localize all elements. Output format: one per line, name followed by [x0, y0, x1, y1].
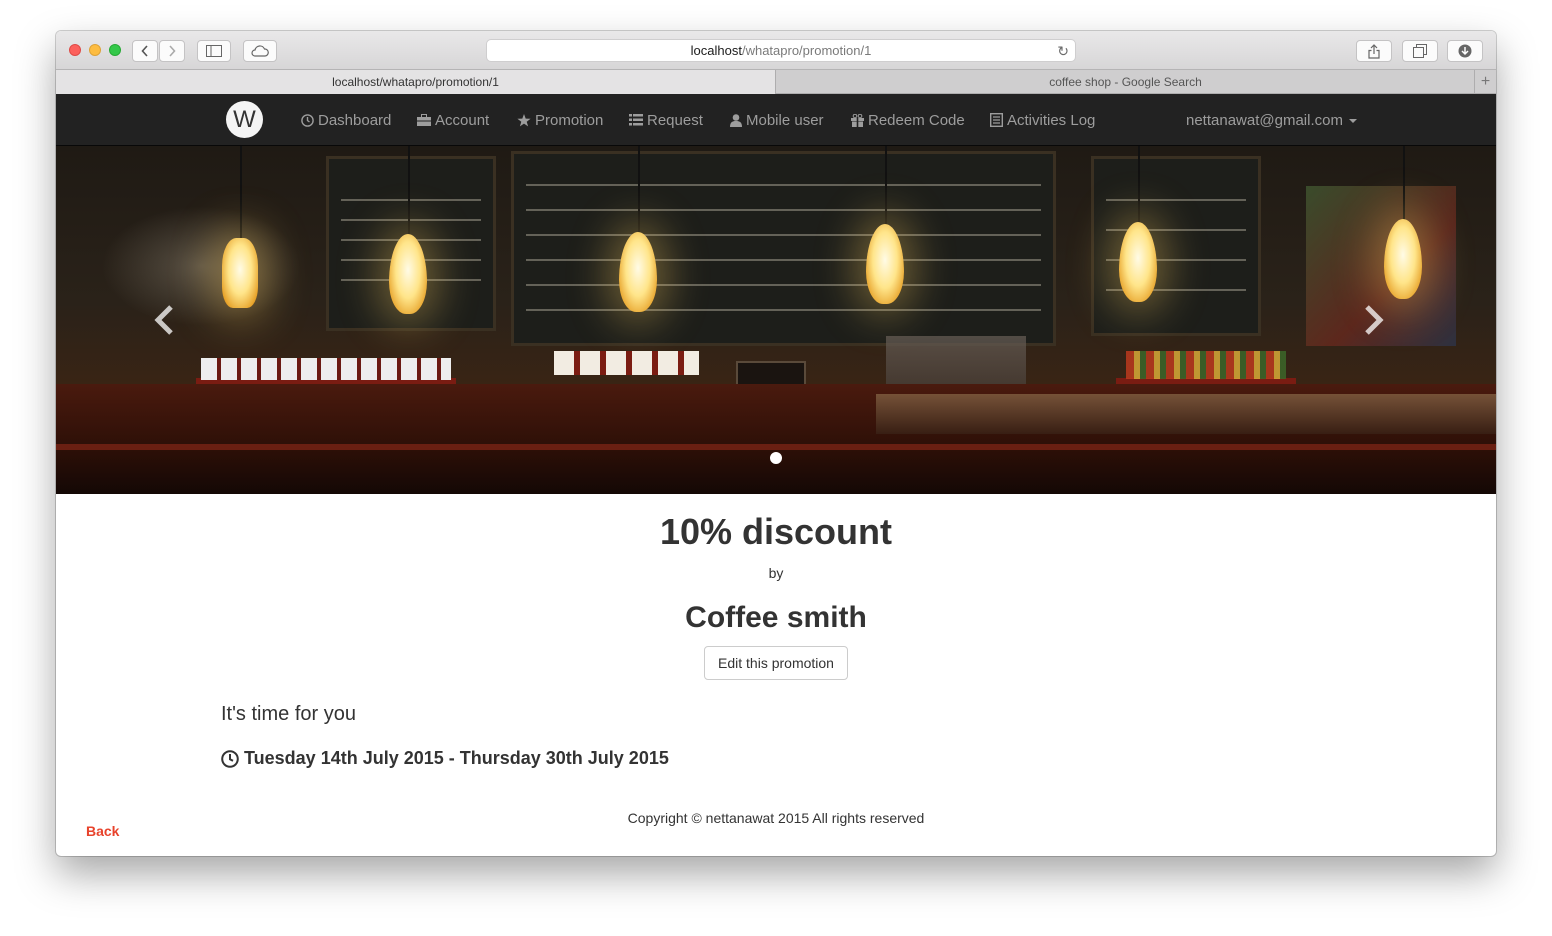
nav-mobile-user[interactable]: Mobile user: [730, 94, 824, 146]
new-tab-button[interactable]: +: [1474, 70, 1496, 94]
nav-label: Activities Log: [1007, 111, 1096, 129]
user-icon: [730, 113, 742, 127]
promotion-description: It's time for you: [221, 703, 356, 725]
carousel-prev-button[interactable]: [144, 296, 184, 344]
back-link[interactable]: Back: [86, 823, 119, 839]
nav-label: Redeem Code: [868, 111, 965, 129]
address-bar[interactable]: localhost/whatapro/promotion/1 ↻: [486, 39, 1076, 62]
nav-label: Mobile user: [746, 111, 824, 129]
chevron-left-icon: [141, 45, 148, 57]
by-label: by: [768, 565, 784, 581]
star-icon: [517, 113, 531, 126]
shop-name: Coffee smith: [685, 601, 867, 634]
minimize-window-button[interactable]: [89, 44, 101, 56]
url-host: localhost: [690, 43, 742, 58]
sidebar-toggle-button[interactable]: [197, 40, 231, 62]
briefcase-icon: [417, 114, 431, 126]
nav-label: Promotion: [535, 111, 604, 129]
carousel-next-button[interactable]: [1354, 296, 1394, 344]
tab-overview-button[interactable]: [1402, 40, 1438, 62]
edit-promotion-button[interactable]: Edit this promotion: [704, 646, 848, 680]
footer-copyright: Copyright © nettanawat 2015 All rights r…: [627, 810, 925, 826]
reload-icon[interactable]: ↻: [1057, 43, 1069, 60]
back-nav-button[interactable]: [132, 40, 158, 62]
tabs-icon: [1413, 44, 1427, 58]
icloud-tabs-button[interactable]: [243, 40, 277, 62]
chevron-right-icon: [1365, 305, 1384, 335]
brand-logo[interactable]: W: [226, 101, 263, 138]
nav-promotion[interactable]: Promotion: [517, 94, 603, 146]
nav-label: Account: [435, 111, 490, 129]
close-window-button[interactable]: [69, 44, 81, 56]
nav-account[interactable]: Account: [417, 94, 489, 146]
user-email: nettanawat@gmail.com: [1186, 111, 1343, 129]
sidebar-icon: [206, 45, 222, 57]
promotion-carousel: [56, 146, 1496, 494]
url-path: /whatapro/promotion/1: [741, 43, 872, 58]
browser-window: localhost/whatapro/promotion/1 ↻ localho…: [56, 31, 1496, 856]
caret-down-icon: [1348, 119, 1357, 123]
date-range-text: Tuesday 14th July 2015 - Thursday 30th J…: [244, 748, 669, 768]
nav-request[interactable]: Request: [629, 94, 703, 146]
nav-dashboard[interactable]: Dashboard: [301, 94, 391, 146]
share-button[interactable]: [1356, 40, 1392, 62]
tab-active[interactable]: localhost/whatapro/promotion/1: [56, 70, 776, 94]
chevron-left-icon: [154, 305, 173, 335]
carousel-indicator-active[interactable]: [770, 452, 782, 464]
forward-nav-button[interactable]: [159, 40, 185, 62]
gift-icon: [851, 113, 864, 127]
nav-label: Request: [647, 111, 703, 129]
cloud-icon: [251, 45, 269, 57]
chevron-right-icon: [169, 45, 176, 57]
download-icon: [1458, 44, 1472, 58]
nav-label: Dashboard: [318, 111, 392, 129]
clock-icon: [221, 749, 239, 768]
list-alt-icon: [990, 113, 1003, 127]
downloads-button[interactable]: [1447, 40, 1483, 62]
promotion-title: 10% discount: [659, 511, 893, 552]
user-dropdown[interactable]: nettanawat@gmail.com: [1186, 94, 1357, 146]
share-icon: [1368, 43, 1380, 59]
tab-google-search[interactable]: coffee shop - Google Search: [777, 70, 1474, 94]
zoom-window-button[interactable]: [109, 44, 121, 56]
promotion-date-range: Tuesday 14th July 2015 - Thursday 30th J…: [221, 748, 669, 769]
nav-activities-log[interactable]: Activities Log: [990, 94, 1095, 146]
nav-redeem-code[interactable]: Redeem Code: [851, 94, 965, 146]
browser-toolbar: localhost/whatapro/promotion/1 ↻: [56, 31, 1496, 70]
list-icon: [629, 114, 643, 126]
tab-bar: localhost/whatapro/promotion/1 coffee sh…: [56, 70, 1496, 94]
dashboard-icon: [301, 113, 314, 127]
app-navbar: W Dashboard Account Promotion Request Mo…: [56, 94, 1496, 146]
